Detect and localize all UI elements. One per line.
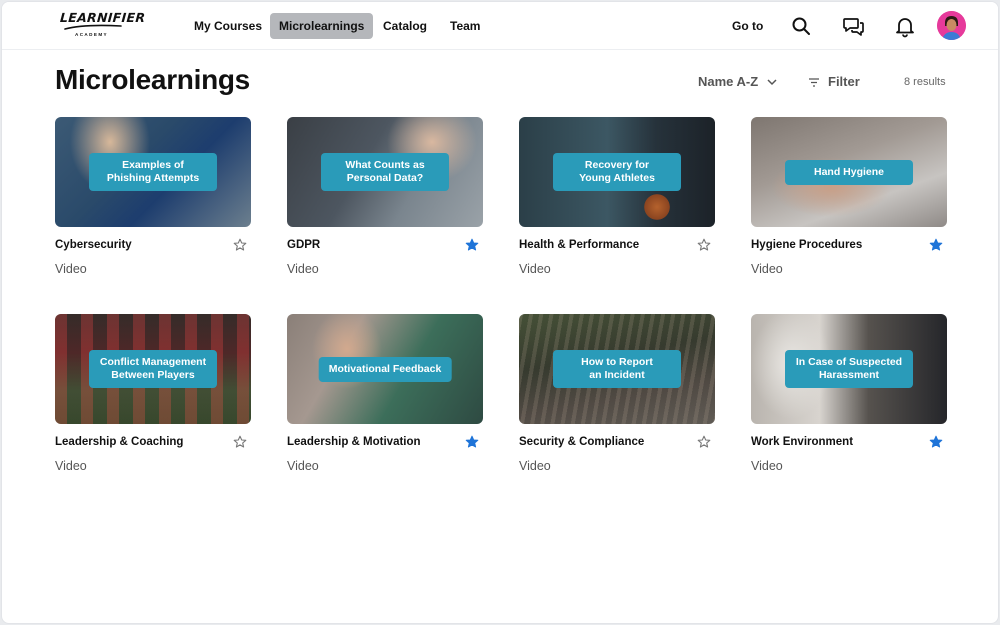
chevron-down-icon (767, 78, 777, 85)
page-title: Microlearnings (55, 64, 250, 95)
star-outline-icon[interactable] (233, 435, 247, 449)
avatar-portrait-icon (937, 11, 966, 40)
star-filled-icon[interactable] (929, 435, 943, 449)
star-outline-icon[interactable] (233, 238, 247, 252)
microlearning-card[interactable]: What Counts as Personal Data? GDPR Video (287, 117, 483, 276)
app-window: LEARNIFIER ACADEMY My Courses Microlearn… (1, 1, 999, 624)
logo-swoosh-icon (64, 24, 122, 30)
star-filled-icon[interactable] (929, 238, 943, 252)
nav-item-catalog[interactable]: Catalog (374, 13, 436, 39)
card-overlay-title: Examples of Phishing Attempts (89, 153, 217, 191)
star-filled-icon[interactable] (465, 238, 479, 252)
user-avatar[interactable] (937, 11, 966, 40)
card-title[interactable]: Cybersecurity (55, 239, 132, 251)
brand-logo-wordmark: LEARNIFIER (59, 10, 146, 25)
chat-icon[interactable] (842, 14, 866, 38)
top-navigation-bar: LEARNIFIER ACADEMY My Courses Microlearn… (2, 2, 998, 50)
card-thumbnail[interactable]: Recovery for Young Athletes (519, 117, 715, 227)
card-thumbnail[interactable]: Motivational Feedback (287, 314, 483, 424)
card-title[interactable]: Hygiene Procedures (751, 239, 862, 251)
card-thumbnail[interactable]: Conflict Management Between Players (55, 314, 251, 424)
card-thumbnail[interactable]: In Case of Suspected Harassment (751, 314, 947, 424)
nav-item-microlearnings[interactable]: Microlearnings (270, 13, 374, 39)
card-overlay-title: Motivational Feedback (318, 357, 452, 382)
card-title[interactable]: Security & Compliance (519, 436, 644, 448)
microlearning-card[interactable]: Motivational Feedback Leadership & Motiv… (287, 314, 483, 473)
card-type: Video (55, 459, 87, 473)
card-overlay-title: How to Report an Incident (553, 350, 681, 388)
card-title[interactable]: Leadership & Motivation (287, 436, 421, 448)
card-overlay-title: In Case of Suspected Harassment (785, 350, 913, 388)
brand-logo-subtitle: ACADEMY (75, 32, 109, 37)
card-title[interactable]: GDPR (287, 239, 320, 251)
card-overlay-title: Conflict Management Between Players (89, 350, 217, 388)
card-title[interactable]: Leadership & Coaching (55, 436, 183, 448)
brand-logo[interactable]: LEARNIFIER ACADEMY (59, 10, 146, 41)
card-type: Video (519, 262, 551, 276)
card-type: Video (287, 459, 319, 473)
sort-label: Name A-Z (698, 74, 759, 89)
card-thumbnail[interactable]: How to Report an Incident (519, 314, 715, 424)
card-thumbnail[interactable]: What Counts as Personal Data? (287, 117, 483, 227)
nav-item-team[interactable]: Team (441, 13, 489, 39)
sort-dropdown[interactable]: Name A-Z (698, 74, 778, 89)
card-thumbnail[interactable]: Hand Hygiene (751, 117, 947, 227)
nav-item-my-courses[interactable]: My Courses (185, 13, 271, 39)
card-thumbnail[interactable]: Examples of Phishing Attempts (55, 117, 251, 227)
microlearning-card[interactable]: Hand Hygiene Hygiene Procedures Video (751, 117, 947, 276)
bell-icon[interactable] (893, 14, 917, 38)
filter-label: Filter (828, 74, 860, 89)
card-type: Video (55, 262, 87, 276)
microlearning-card[interactable]: How to Report an Incident Security & Com… (519, 314, 715, 473)
card-type: Video (287, 262, 319, 276)
card-type: Video (751, 459, 783, 473)
microlearning-card[interactable]: In Case of Suspected Harassment Work Env… (751, 314, 947, 473)
card-overlay-title: Hand Hygiene (785, 160, 913, 185)
card-title[interactable]: Work Environment (751, 436, 853, 448)
filter-button[interactable]: Filter (808, 74, 860, 89)
card-title[interactable]: Health & Performance (519, 239, 639, 251)
card-type: Video (751, 262, 783, 276)
card-overlay-title: What Counts as Personal Data? (321, 153, 449, 191)
star-filled-icon[interactable] (465, 435, 479, 449)
card-type: Video (519, 459, 551, 473)
results-count: 8 results (904, 76, 946, 88)
card-overlay-title: Recovery for Young Athletes (553, 153, 681, 191)
search-icon[interactable] (789, 14, 813, 38)
star-outline-icon[interactable] (697, 435, 711, 449)
microlearning-card[interactable]: Examples of Phishing Attempts Cybersecur… (55, 117, 251, 276)
star-outline-icon[interactable] (697, 238, 711, 252)
goto-menu-button[interactable]: Go to (732, 13, 763, 39)
microlearning-card[interactable]: Conflict Management Between Players Lead… (55, 314, 251, 473)
microlearning-card[interactable]: Recovery for Young Athletes Health & Per… (519, 117, 715, 276)
filter-icon (809, 77, 819, 87)
